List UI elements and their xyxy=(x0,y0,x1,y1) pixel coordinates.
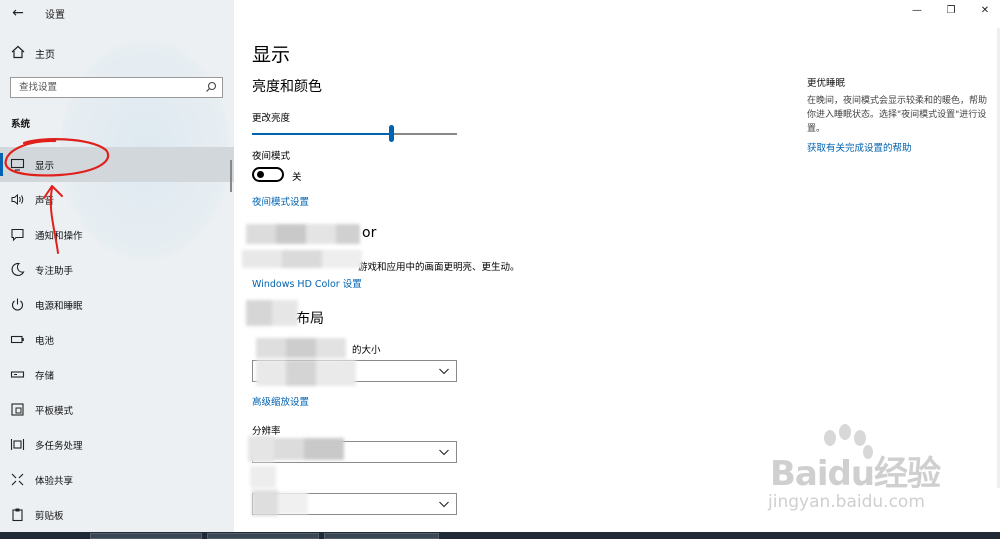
back-arrow-icon[interactable]: ← xyxy=(8,3,28,23)
sidebar-item-label: 电源和睡眠 xyxy=(35,301,83,312)
sidebar-item-label: 主页 xyxy=(35,50,55,61)
night-light-toggle[interactable] xyxy=(252,167,284,182)
taskbar-item[interactable] xyxy=(207,533,319,539)
multitask-icon xyxy=(10,439,25,450)
sidebar-item-label: 专注助手 xyxy=(35,266,74,277)
taskbar-item[interactable] xyxy=(90,533,202,539)
windows-hd-color-settings-link[interactable]: Windows HD Color 设置 xyxy=(252,276,362,290)
sidebar-item-display[interactable]: 显示 xyxy=(0,147,234,182)
sidebar-item-storage[interactable]: 存储 xyxy=(0,357,234,392)
taskbar-item[interactable] xyxy=(324,533,439,539)
speaker-icon xyxy=(11,193,24,206)
brightness-slider[interactable] xyxy=(252,125,457,142)
sidebar-item-label: 平板模式 xyxy=(35,406,74,417)
chevron-down-icon xyxy=(439,501,449,508)
toggle-knob xyxy=(257,171,264,178)
sidebar-item-battery[interactable]: 电池 xyxy=(0,322,234,357)
sidebar-item-multitasking[interactable]: 多任务处理 xyxy=(0,427,234,462)
sidebar-item-label: 剪贴板 xyxy=(35,511,64,522)
sidebar-item-home[interactable]: 主页 xyxy=(0,40,234,66)
active-indicator xyxy=(0,153,3,176)
sidebar-scrollbar[interactable] xyxy=(230,160,232,192)
help-panel-title: 更优睡眠 xyxy=(807,78,846,89)
home-icon xyxy=(11,45,25,59)
close-button[interactable]: ✕ xyxy=(978,4,992,18)
sidebar-item-notifications[interactable]: 通知和操作 xyxy=(0,217,234,252)
watermark-brand: Baidu经验 xyxy=(770,454,941,494)
notification-icon xyxy=(11,228,24,242)
sidebar-item-label: 声音 xyxy=(35,196,55,207)
slider-fill xyxy=(252,133,392,135)
sidebar-item-label: 显示 xyxy=(35,161,55,172)
night-light-settings-link[interactable]: 夜间模式设置 xyxy=(252,194,309,208)
tablet-icon xyxy=(11,403,24,416)
mosaic-redaction xyxy=(242,224,362,268)
sidebar-item-label: 体验共享 xyxy=(35,476,74,487)
sidebar-item-tablet-mode[interactable]: 平板模式 xyxy=(0,392,234,427)
section-label-system: 系统 xyxy=(11,119,31,130)
power-icon xyxy=(12,298,23,311)
sidebar-item-shared-experiences[interactable]: 体验共享 xyxy=(0,462,234,497)
sidebar-item-label: 存储 xyxy=(35,371,55,382)
app-title: 设置 xyxy=(45,10,65,21)
sidebar-item-label: 多任务处理 xyxy=(35,441,83,452)
slider-thumb[interactable] xyxy=(389,125,395,142)
hdr-description-tail: 游戏和应用中的画面更明亮、更生动。 xyxy=(358,262,520,273)
sidebar-item-sound[interactable]: 声音 xyxy=(0,182,234,217)
help-panel-link[interactable]: 获取有关完成设置的帮助 xyxy=(807,140,912,154)
sidebar-item-clipboard[interactable]: 剪贴板 xyxy=(0,497,234,532)
brightness-label: 更改亮度 xyxy=(252,113,291,124)
night-light-state: 关 xyxy=(292,172,302,183)
sidebar-item-power-sleep[interactable]: 电源和睡眠 xyxy=(0,287,234,322)
monitor-icon xyxy=(10,158,25,171)
mosaic-redaction xyxy=(256,338,356,386)
moon-icon xyxy=(11,262,25,276)
page-title: 显示 xyxy=(252,44,291,66)
search-input[interactable] xyxy=(11,78,201,97)
clipboard-icon xyxy=(12,508,23,522)
chevron-down-icon xyxy=(439,449,449,456)
sidebar-item-label: 通知和操作 xyxy=(35,231,83,242)
mosaic-redaction xyxy=(246,300,298,326)
share-icon xyxy=(11,473,24,486)
settings-sidebar: ← 设置 主页 系统 显示 声音 通知和操作 专注助手 电源和睡眠 电池 存储 xyxy=(0,0,234,532)
chevron-down-icon xyxy=(439,368,449,375)
maximize-button[interactable]: ❐ xyxy=(944,4,958,18)
battery-icon xyxy=(10,335,24,344)
sidebar-item-label: 电池 xyxy=(35,336,55,347)
storage-icon xyxy=(10,371,25,378)
minimize-button[interactable]: — xyxy=(910,4,924,18)
help-panel-description: 在晚间，夜间模式会显示较柔和的暖色，帮助你进入睡眠状态。选择"夜间模式设置"进行… xyxy=(807,96,988,134)
night-light-label: 夜间模式 xyxy=(252,151,291,162)
section-heading-brightness: 亮度和颜色 xyxy=(252,79,322,95)
mosaic-redaction xyxy=(248,436,344,516)
watermark-url: jingyan.baidu.com xyxy=(768,492,925,512)
search-box[interactable] xyxy=(10,77,223,98)
taskbar xyxy=(0,532,1000,539)
search-icon[interactable] xyxy=(205,81,217,93)
advanced-scaling-link[interactable]: 高级缩放设置 xyxy=(252,394,309,408)
sidebar-item-focus-assist[interactable]: 专注助手 xyxy=(0,252,234,287)
